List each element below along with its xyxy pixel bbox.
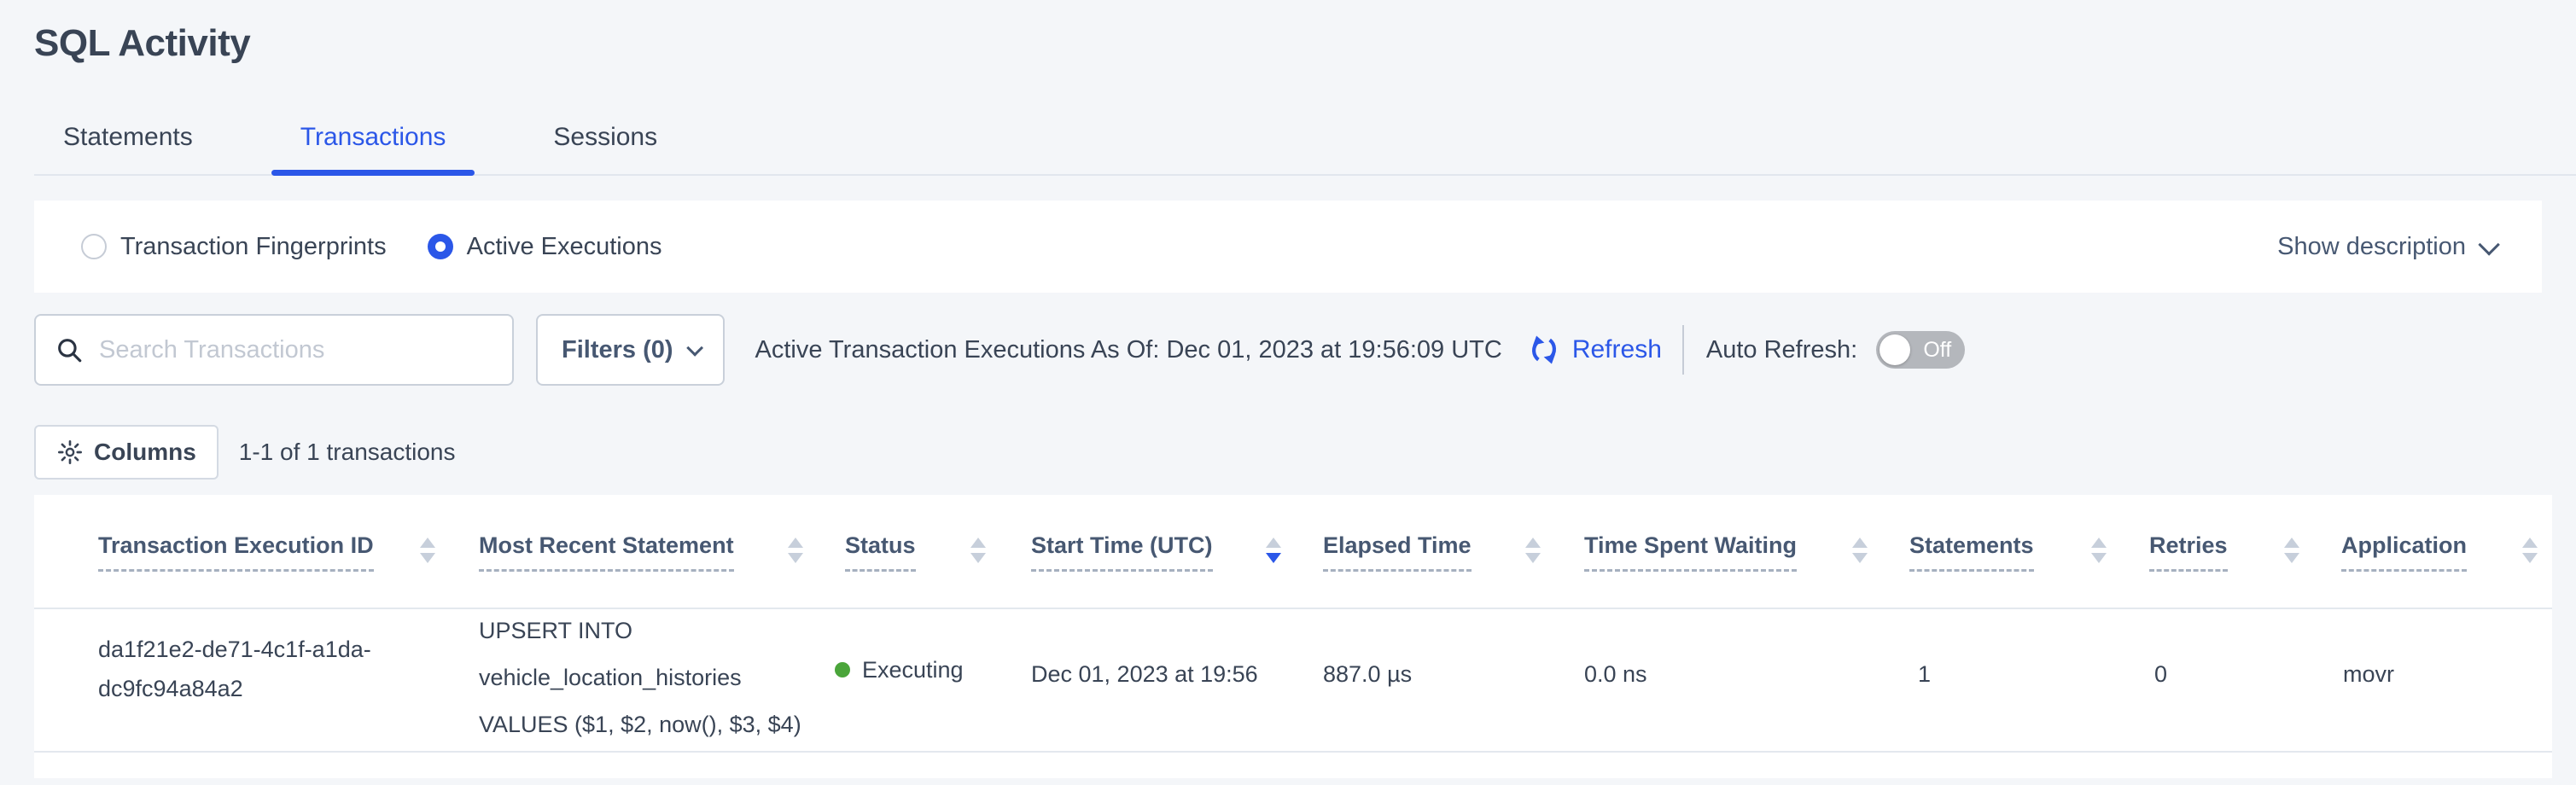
filters-label: Filters (0) xyxy=(562,336,673,364)
column-header-elapsed-time[interactable]: Elapsed Time xyxy=(1323,532,1472,572)
sort-icon[interactable] xyxy=(1525,538,1542,563)
show-description-toggle[interactable]: Show description xyxy=(2277,233,2495,261)
cell-application: movr xyxy=(2343,660,2394,689)
cell-retries: 0 xyxy=(2154,660,2167,689)
radio-icon[interactable] xyxy=(428,234,453,259)
status-label: Executing xyxy=(862,655,964,684)
vertical-divider xyxy=(1682,325,1684,375)
radio-label: Active Executions xyxy=(467,233,662,261)
table-row-divider xyxy=(34,751,2552,753)
tab-bar: Statements Transactions Sessions xyxy=(34,101,2576,176)
radio-label: Transaction Fingerprints xyxy=(120,233,387,261)
cell-time-spent-waiting: 0.0 ns xyxy=(1584,660,1647,689)
column-header-start-time[interactable]: Start Time (UTC) xyxy=(1031,532,1213,572)
results-count: 1-1 of 1 transactions xyxy=(239,439,456,466)
columns-button[interactable]: Columns xyxy=(34,425,219,480)
cell-elapsed-time: 887.0 µs xyxy=(1323,660,1412,689)
auto-refresh-state: Off xyxy=(1923,331,1951,369)
sort-icon[interactable] xyxy=(2284,538,2301,563)
tab-transactions[interactable]: Transactions xyxy=(271,101,475,174)
radio-active-executions[interactable]: Active Executions xyxy=(428,233,662,261)
auto-refresh-toggle[interactable]: Off xyxy=(1876,331,1965,369)
sort-icon[interactable] xyxy=(970,538,988,563)
cell-status: Executing xyxy=(835,655,964,684)
as-of-text: Active Transaction Executions As Of: Dec… xyxy=(755,336,1502,364)
column-header-application[interactable]: Application xyxy=(2341,532,2467,572)
sql-activity-page: SQL Activity Statements Transactions Ses… xyxy=(0,0,2576,785)
view-mode-radio-group: Transaction Fingerprints Active Executio… xyxy=(81,233,662,261)
table-header-divider xyxy=(34,608,2552,609)
status-executing-dot-icon xyxy=(835,662,850,677)
column-header-retries[interactable]: Retries xyxy=(2149,532,2228,572)
refresh-icon xyxy=(1526,332,1562,368)
view-mode-panel: Transaction Fingerprints Active Executio… xyxy=(34,201,2542,293)
column-header-time-spent-waiting[interactable]: Time Spent Waiting xyxy=(1584,532,1797,572)
search-input[interactable] xyxy=(97,335,493,365)
chevron-down-icon xyxy=(2478,234,2499,255)
search-icon xyxy=(55,335,84,364)
column-header-status[interactable]: Status xyxy=(845,532,916,572)
radio-transaction-fingerprints[interactable]: Transaction Fingerprints xyxy=(81,233,387,261)
sort-icon[interactable] xyxy=(1266,538,1283,563)
chevron-down-icon xyxy=(686,340,703,357)
sort-icon[interactable] xyxy=(1852,538,1869,563)
columns-button-label: Columns xyxy=(94,439,196,466)
show-description-label: Show description xyxy=(2277,233,2466,261)
filters-button[interactable]: Filters (0) xyxy=(536,314,725,386)
tab-statements[interactable]: Statements xyxy=(34,101,222,174)
transactions-table: Transaction Execution ID Most Recent Sta… xyxy=(34,495,2552,778)
gear-icon xyxy=(56,439,84,466)
radio-icon[interactable] xyxy=(81,234,107,259)
cell-start-time: Dec 01, 2023 at 19:56 xyxy=(1031,660,1258,689)
column-header-most-recent-statement[interactable]: Most Recent Statement xyxy=(479,532,734,572)
search-box[interactable] xyxy=(34,314,514,386)
column-header-statements[interactable]: Statements xyxy=(1909,532,2034,572)
controls-row: Filters (0) Active Transaction Execution… xyxy=(34,314,2542,386)
sort-icon[interactable] xyxy=(2091,538,2108,563)
refresh-button[interactable]: Refresh xyxy=(1526,332,1662,368)
page-title: SQL Activity xyxy=(34,22,250,65)
toggle-knob-icon xyxy=(1880,334,1910,365)
sort-icon[interactable] xyxy=(788,538,805,563)
tab-sessions[interactable]: Sessions xyxy=(524,101,686,174)
cell-most-recent-statement: UPSERT INTO vehicle_location_histories V… xyxy=(479,608,820,748)
refresh-label: Refresh xyxy=(1572,335,1662,364)
cell-transaction-execution-id[interactable]: da1f21e2-de71-4c1f-a1da-dc9fc94a84a2 xyxy=(98,630,397,708)
sort-icon[interactable] xyxy=(2522,538,2539,563)
auto-refresh-label: Auto Refresh: xyxy=(1706,336,1857,364)
table-toolbar: Columns 1-1 of 1 transactions xyxy=(34,425,455,480)
cell-statements: 1 xyxy=(1918,660,1931,689)
sort-icon[interactable] xyxy=(420,538,437,563)
column-header-transaction-execution-id[interactable]: Transaction Execution ID xyxy=(98,532,374,572)
